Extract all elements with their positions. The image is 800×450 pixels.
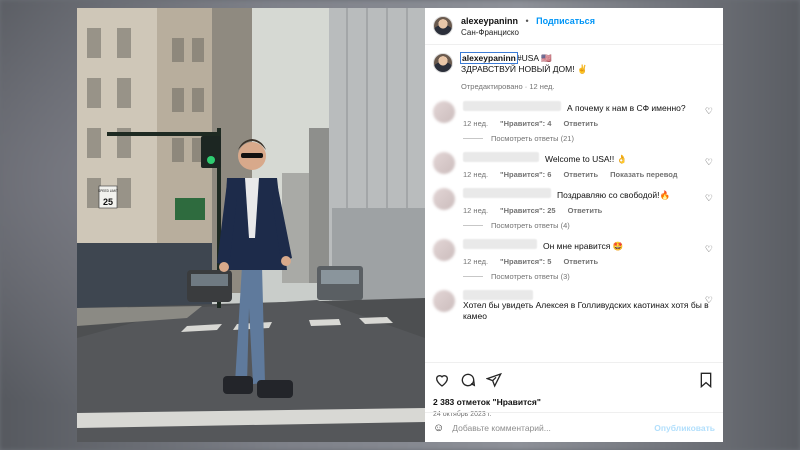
comment-like-icon[interactable]: ♡	[705, 157, 713, 168]
view-replies-label[interactable]: Посмотреть ответы (4)	[491, 221, 570, 230]
comment-like-icon[interactable]: ♡	[705, 244, 713, 255]
add-comment-bar: ☺ Добавьте комментарий... Опубликовать	[425, 412, 723, 442]
view-replies-label[interactable]: Посмотреть ответы (21)	[491, 134, 574, 143]
commenter-avatar[interactable]	[433, 290, 455, 312]
comment-item: Он мне нравится 🤩 12 нед. "Нравится": 5 …	[433, 239, 715, 281]
location-link[interactable]: Сан-Франциско	[461, 27, 595, 39]
comment-age: 12 нед.	[463, 206, 489, 215]
post-header: alexeypaninn • Подписаться Сан-Франциско	[425, 8, 723, 45]
view-replies[interactable]: Посмотреть ответы (4)	[463, 221, 713, 230]
street-scene: SPEED LIMIT 25	[77, 8, 425, 442]
bookmark-icon[interactable]	[697, 371, 715, 389]
commenter-name-blurred[interactable]	[463, 290, 533, 300]
comment-item: Welcome to USA!! 👌 12 нед. "Нравится": 6…	[433, 152, 715, 179]
view-replies-label[interactable]: Посмотреть ответы (3)	[491, 272, 570, 281]
comment-item: А почему к нам в СФ именно? 12 нед. "Нра…	[433, 101, 715, 143]
speed-limit-value: 25	[103, 197, 113, 207]
commenter-avatar[interactable]	[433, 101, 455, 123]
comment-text: Поздравляю со свободой!🔥	[557, 190, 671, 200]
likes-count[interactable]: 2 383 отметок "Нравится"	[433, 397, 715, 407]
author-username[interactable]: alexeypaninn	[461, 16, 518, 26]
reply-button[interactable]: Ответить	[563, 257, 598, 266]
caption-hashtag[interactable]: #USA 🇺🇸	[517, 53, 552, 63]
smiley-icon[interactable]: ☺	[433, 422, 444, 434]
send-icon[interactable]	[485, 371, 503, 389]
publish-button[interactable]: Опубликовать	[654, 423, 715, 433]
follow-button[interactable]: Подписаться	[536, 16, 595, 26]
commenter-name-blurred[interactable]	[463, 152, 539, 162]
reply-button[interactable]: Ответить	[568, 206, 603, 215]
caption-username[interactable]: alexeypaninn	[460, 52, 518, 64]
comment-text: Welcome to USA!! 👌	[545, 154, 628, 164]
header-separator: •	[525, 15, 529, 26]
instagram-post: SPEED LIMIT 25 alexeypaninn • Подписатьс…	[77, 8, 723, 442]
commenter-avatar[interactable]	[433, 188, 455, 210]
author-avatar[interactable]	[433, 16, 453, 36]
comment-likes[interactable]: "Нравится": 25	[500, 206, 556, 215]
comment-age: 12 нед.	[463, 119, 489, 128]
commenter-name-blurred[interactable]	[463, 239, 537, 249]
commenter-avatar[interactable]	[433, 239, 455, 261]
post-photo[interactable]: SPEED LIMIT 25	[77, 8, 425, 442]
comment-item: Поздравляю со свободой!🔥 12 нед. "Нравит…	[433, 188, 715, 230]
commenter-name-blurred[interactable]	[463, 101, 561, 111]
commenter-avatar[interactable]	[433, 152, 455, 174]
comment-like-icon[interactable]: ♡	[705, 295, 713, 306]
comment-likes[interactable]: "Нравится": 4	[500, 119, 551, 128]
comment-age: 12 нед.	[463, 170, 489, 179]
comment-icon[interactable]	[459, 371, 477, 389]
comment-like-icon[interactable]: ♡	[705, 106, 713, 117]
comment-text: Хотел бы увидеть Алексея в Голливудских …	[463, 300, 709, 321]
comment-input[interactable]: Добавьте комментарий...	[452, 423, 654, 433]
speed-limit-label: SPEED LIMIT	[98, 189, 118, 193]
reply-button[interactable]: Ответить	[563, 170, 598, 179]
post-side-panel: alexeypaninn • Подписаться Сан-Франциско…	[425, 8, 723, 442]
heart-icon[interactable]	[433, 371, 451, 389]
show-translation-button[interactable]: Показать перевод	[610, 170, 677, 179]
comment-text: Он мне нравится 🤩	[543, 241, 624, 251]
view-replies[interactable]: Посмотреть ответы (3)	[463, 272, 713, 281]
comment-age: 12 нед.	[463, 257, 489, 266]
comment-text: А почему к нам в СФ именно?	[567, 103, 686, 113]
caption-avatar[interactable]	[433, 53, 453, 73]
comments-list[interactable]: alexeypaninn#USA 🇺🇸 ЗДРАВСТВУЙ НОВЫЙ ДОМ…	[425, 45, 723, 362]
comment-like-icon[interactable]: ♡	[705, 193, 713, 204]
caption-meta: Отредактировано · 12 нед.	[461, 82, 555, 91]
comment-likes[interactable]: "Нравится": 5	[500, 257, 551, 266]
post-caption: alexeypaninn#USA 🇺🇸 ЗДРАВСТВУЙ НОВЫЙ ДОМ…	[433, 52, 715, 92]
view-replies[interactable]: Посмотреть ответы (21)	[463, 134, 713, 143]
commenter-name-blurred[interactable]	[463, 188, 551, 198]
caption-text: ЗДРАВСТВУЙ НОВЫЙ ДОМ! ✌️	[461, 64, 588, 74]
reply-button[interactable]: Ответить	[563, 119, 598, 128]
comment-likes[interactable]: "Нравится": 6	[500, 170, 551, 179]
comment-item: Хотел бы увидеть Алексея в Голливудских …	[433, 290, 715, 322]
